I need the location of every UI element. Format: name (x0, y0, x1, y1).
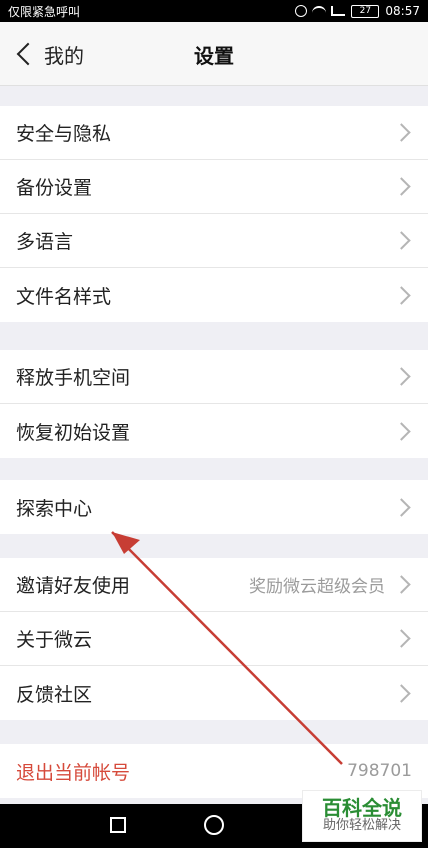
chevron-right-icon (392, 421, 411, 441)
watermark-top: 百科全说 (322, 796, 402, 821)
settings-item-label: 多语言 (16, 231, 74, 253)
settings-item-right (392, 421, 412, 441)
settings-item-right (392, 231, 412, 250)
invite-reward-text: 奖励微云超级会员 (249, 577, 385, 597)
signal-icon (331, 6, 346, 16)
settings-item-right (392, 123, 412, 142)
battery-indicator: 27 (351, 4, 380, 18)
chevron-right-icon (392, 123, 411, 142)
settings-item-label: 恢复初始设置 (16, 421, 131, 444)
chevron-right-icon (392, 285, 411, 305)
chevron-right-icon (392, 683, 411, 703)
settings-item-right (392, 629, 412, 648)
watermark-bottom: 助你轻松解决 (322, 818, 401, 834)
logout-label: 退出当前帐号 (16, 761, 131, 784)
settings-item-right: 奖励微云超级会员 (249, 572, 412, 597)
settings-item-right (392, 285, 412, 305)
settings-item-language[interactable]: 多语言 (0, 214, 428, 268)
page-title: 设置 (194, 43, 234, 68)
status-icon (295, 5, 308, 17)
status-right: 27 08:57 (295, 4, 420, 18)
settings-item-feedback[interactable]: 反馈社区 (0, 666, 428, 720)
battery-level: 27 (359, 5, 372, 16)
settings-item-invite[interactable]: 邀请好友使用 奖励微云超级会员 (0, 558, 428, 612)
settings-item-right (392, 683, 412, 703)
chevron-right-icon (392, 177, 411, 196)
chevron-right-icon (392, 367, 411, 386)
settings-item-free-space[interactable]: 释放手机空间 (0, 350, 428, 404)
settings-item-right (392, 367, 412, 386)
recent-apps-icon[interactable] (110, 817, 126, 833)
page-header: 我的 设置 (0, 22, 428, 86)
settings-section-account: 安全与隐私 备份设置 多语言 文件名样式 (0, 106, 428, 322)
watermark-badge: 百科全说 助你轻松解决 (302, 790, 422, 842)
chevron-right-icon (392, 575, 411, 594)
home-icon[interactable] (204, 815, 224, 835)
settings-item-right (392, 177, 412, 196)
chevron-right-icon (392, 497, 411, 517)
settings-item-label: 安全与隐私 (16, 123, 112, 145)
settings-item-label: 文件名样式 (16, 285, 112, 308)
chevron-right-icon (392, 629, 411, 648)
settings-item-about[interactable]: 关于微云 (0, 612, 428, 666)
settings-item-label: 邀请好友使用 (16, 575, 131, 597)
settings-item-label: 释放手机空间 (16, 367, 131, 389)
settings-item-label: 反馈社区 (16, 683, 93, 706)
settings-item-right (392, 497, 412, 517)
clock: 08:57 (385, 4, 420, 18)
settings-item-label: 备份设置 (16, 177, 93, 199)
wifi-icon (312, 6, 327, 16)
account-id: 798701 (347, 761, 412, 781)
status-bar: 仅限紧急呼叫 27 08:57 (0, 0, 428, 22)
status-icons (295, 5, 346, 17)
settings-section-storage: 释放手机空间 恢复初始设置 (0, 350, 428, 458)
settings-item-label: 探索中心 (16, 497, 93, 520)
settings-section-social: 邀请好友使用 奖励微云超级会员 关于微云 反馈社区 (0, 558, 428, 720)
settings-item-security-privacy[interactable]: 安全与隐私 (0, 106, 428, 160)
settings-item-backup[interactable]: 备份设置 (0, 160, 428, 214)
settings-item-label: 关于微云 (16, 629, 93, 651)
settings-item-explore-center[interactable]: 探索中心 (0, 480, 428, 534)
settings-section-explore: 探索中心 (0, 480, 428, 534)
logout-right: 798701 (347, 761, 412, 781)
settings-item-reset[interactable]: 恢复初始设置 (0, 404, 428, 458)
settings-item-filename-style[interactable]: 文件名样式 (0, 268, 428, 322)
chevron-right-icon (392, 231, 411, 250)
status-left-text: 仅限紧急呼叫 (8, 4, 81, 19)
